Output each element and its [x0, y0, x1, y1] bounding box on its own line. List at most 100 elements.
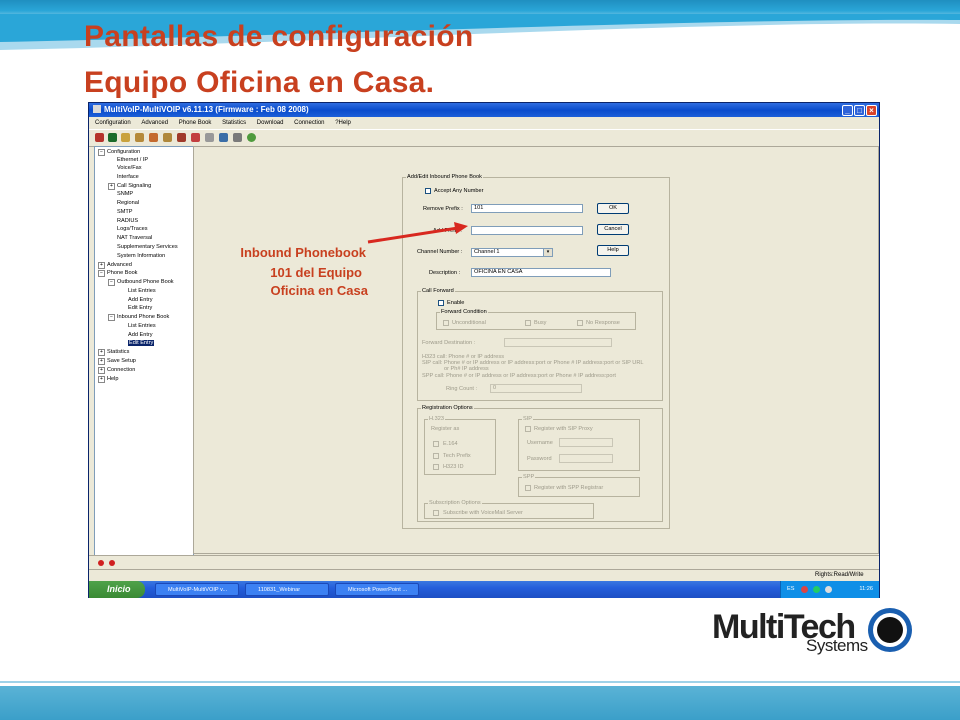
- logo-circle-icon: [868, 608, 912, 652]
- tree-voice-fax[interactable]: Voice/Fax: [117, 164, 142, 172]
- tree-call-signaling[interactable]: + Call Signaling: [108, 182, 151, 190]
- menu-download[interactable]: Download: [257, 120, 284, 126]
- tree-smtp[interactable]: SMTP: [117, 208, 133, 216]
- expand-icon[interactable]: +: [98, 349, 105, 356]
- unconditional-checkbox[interactable]: [443, 320, 449, 326]
- tree-phone-book[interactable]: − Phone Book: [98, 269, 137, 277]
- upload-icon[interactable]: [163, 133, 172, 142]
- tree-supplementary-services[interactable]: Supplementary Services: [117, 243, 178, 251]
- slide-title-line2: Equipo Oficina en Casa.: [84, 66, 435, 99]
- help-button[interactable]: Help: [597, 245, 629, 256]
- accept-any-number-checkbox[interactable]: [425, 188, 431, 194]
- tree-logs-traces[interactable]: Logs/Traces: [117, 225, 148, 233]
- task-multivoip[interactable]: MultiVoIP-MultiVOIP v...: [155, 583, 239, 596]
- help-icon[interactable]: [247, 133, 256, 142]
- expand-icon[interactable]: +: [98, 358, 105, 365]
- register-spp-checkbox[interactable]: [525, 485, 531, 491]
- h323-id-checkbox[interactable]: [433, 464, 439, 470]
- tree-inbound-phone-book[interactable]: − Inbound Phone Book: [108, 313, 169, 321]
- register-sip-proxy-checkbox[interactable]: [525, 426, 531, 432]
- busy-checkbox[interactable]: [525, 320, 531, 326]
- tree-outbound-list-entries[interactable]: List Entries: [128, 287, 156, 295]
- phonebook-icon[interactable]: [149, 133, 158, 142]
- language-indicator[interactable]: ES: [787, 581, 794, 598]
- task-webinar-folder[interactable]: 110831_Webinar: [245, 583, 329, 596]
- subscribe-voicemail-checkbox[interactable]: [433, 510, 439, 516]
- document-icon[interactable]: [205, 133, 214, 142]
- tree-interface[interactable]: Interface: [117, 173, 139, 181]
- menu-advanced[interactable]: Advanced: [141, 120, 168, 126]
- network-icon[interactable]: [95, 133, 104, 142]
- save-icon[interactable]: [191, 133, 200, 142]
- description-label: Description :: [429, 270, 461, 276]
- statistics-icon[interactable]: [219, 133, 228, 142]
- chevron-down-icon[interactable]: ▾: [543, 249, 552, 256]
- subscription-options-title: Subscription Options: [428, 500, 482, 507]
- expand-icon[interactable]: +: [98, 367, 105, 374]
- password-input[interactable]: [559, 454, 613, 463]
- tray-icon[interactable]: [801, 586, 808, 593]
- tree-system-information[interactable]: System Information: [117, 252, 165, 260]
- expand-icon[interactable]: +: [98, 376, 105, 383]
- password-label: Password: [527, 456, 552, 462]
- close-button[interactable]: ×: [866, 105, 877, 116]
- tree-outbound-add-entry[interactable]: Add Entry: [128, 296, 153, 304]
- download-icon[interactable]: [177, 133, 186, 142]
- expand-icon[interactable]: +: [108, 183, 115, 190]
- forward-destination-input[interactable]: [504, 338, 612, 347]
- ok-button[interactable]: OK: [597, 203, 629, 214]
- cancel-button[interactable]: Cancel: [597, 224, 629, 235]
- connect-icon[interactable]: [233, 133, 242, 142]
- remove-prefix-input[interactable]: 101: [471, 204, 583, 213]
- menu-configuration[interactable]: Configuration: [95, 120, 131, 126]
- menu-phone-book[interactable]: Phone Book: [179, 120, 212, 126]
- enable-checkbox[interactable]: [438, 300, 444, 306]
- e164-checkbox[interactable]: [433, 441, 439, 447]
- channel-number-select[interactable]: Channel 1 ▾: [471, 248, 553, 257]
- tree-inbound-edit-entry[interactable]: Edit Entry: [128, 339, 155, 347]
- description-input[interactable]: OFICINA EN CASA: [471, 268, 611, 277]
- tree-save-setup[interactable]: + Save Setup: [98, 357, 136, 365]
- maximize-button[interactable]: □: [854, 105, 865, 116]
- menu-connection[interactable]: Connection: [294, 120, 324, 126]
- monitor-icon[interactable]: [108, 133, 117, 142]
- task-powerpoint[interactable]: Microsoft PowerPoint ...: [335, 583, 419, 596]
- minimize-button[interactable]: _: [842, 105, 853, 116]
- tree-configuration[interactable]: − Configuration: [98, 148, 140, 156]
- tree-help[interactable]: + Help: [98, 375, 119, 383]
- tray-icon[interactable]: [813, 586, 820, 593]
- tree-advanced[interactable]: + Advanced: [98, 261, 132, 269]
- menu-statistics[interactable]: Statistics: [222, 120, 246, 126]
- no-response-checkbox[interactable]: [577, 320, 583, 326]
- content-pane: Add/Edit Inbound Phone Book Accept Any N…: [193, 146, 879, 554]
- menu-help[interactable]: ?Help: [335, 120, 351, 126]
- status-led-icon: [109, 560, 115, 566]
- collapse-icon[interactable]: −: [98, 270, 105, 277]
- collapse-icon[interactable]: −: [108, 279, 115, 286]
- tree-outbound-phone-book[interactable]: − Outbound Phone Book: [108, 278, 174, 286]
- subscription-options-group: Subscription Options Subscribe with Voic…: [424, 500, 594, 519]
- forward-condition-title: Forward Condition: [440, 309, 488, 316]
- tree-regional[interactable]: Regional: [117, 199, 139, 207]
- tree-outbound-edit-entry[interactable]: Edit Entry: [128, 304, 152, 312]
- tech-prefix-checkbox[interactable]: [433, 453, 439, 459]
- tree-nat-traversal[interactable]: NAT Traversal: [117, 234, 152, 242]
- ring-count-input[interactable]: 0: [490, 384, 582, 393]
- expand-icon[interactable]: +: [98, 262, 105, 269]
- volume-icon[interactable]: [825, 586, 832, 593]
- tree-ethernet-ip[interactable]: Ethernet / IP: [117, 156, 148, 164]
- collapse-icon[interactable]: −: [98, 149, 105, 156]
- tree-inbound-list-entries[interactable]: List Entries: [128, 322, 156, 330]
- collapse-icon[interactable]: −: [108, 314, 115, 321]
- phone-icon[interactable]: [121, 133, 130, 142]
- tree-connection[interactable]: + Connection: [98, 366, 135, 374]
- tree-radius[interactable]: RADIUS: [117, 217, 138, 225]
- add-prefix-input[interactable]: [471, 226, 583, 235]
- tree-statistics[interactable]: + Statistics: [98, 348, 129, 356]
- tool-icon[interactable]: [135, 133, 144, 142]
- tree-snmp[interactable]: SNMP: [117, 190, 133, 198]
- username-input[interactable]: [559, 438, 613, 447]
- tree-inbound-add-entry[interactable]: Add Entry: [128, 331, 153, 339]
- busy-label: Busy: [534, 320, 547, 326]
- start-button[interactable]: Inicio: [89, 581, 145, 598]
